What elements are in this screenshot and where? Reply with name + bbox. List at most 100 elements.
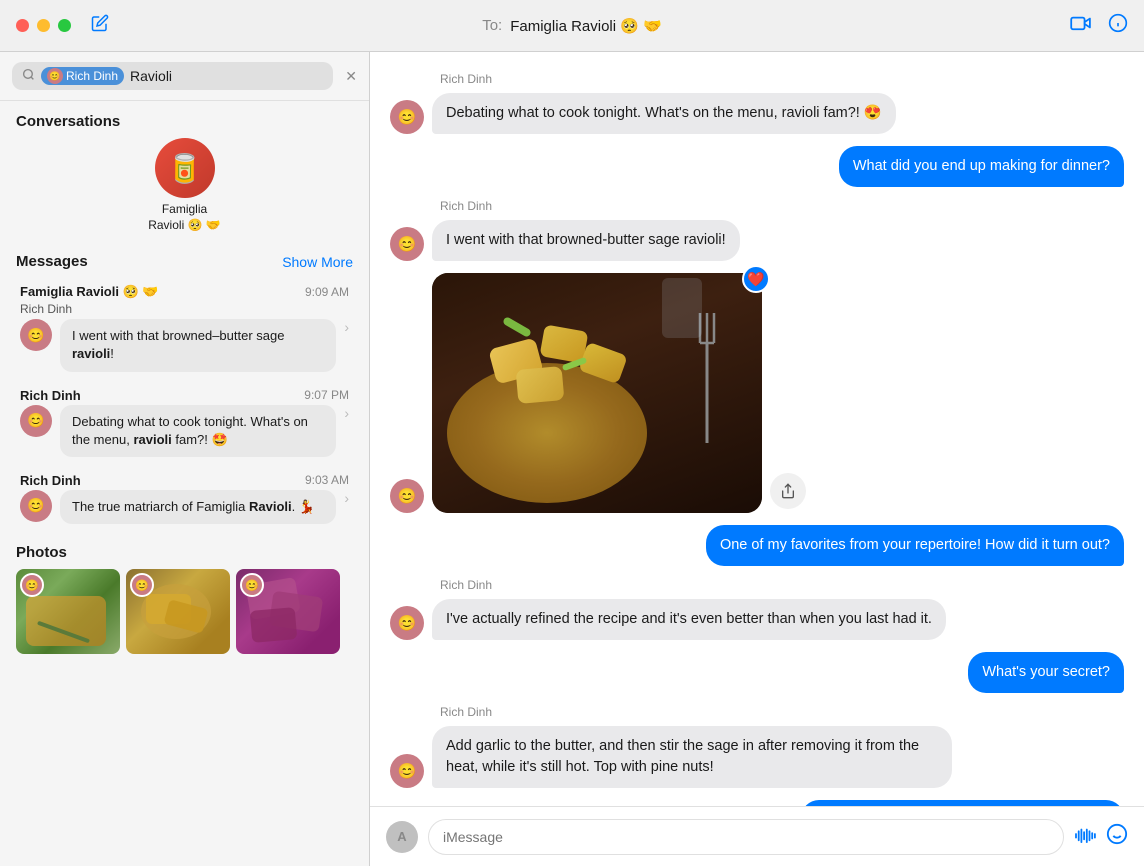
photo-avatar-1: 😊 (20, 573, 44, 597)
messages-section: Messages Show More Famiglia Ravioli 🥺 🤝 … (0, 245, 369, 532)
msg-row-1: 😊 Debating what to cook tonight. What's … (390, 93, 1124, 134)
msg-result-row-2: 😊 Debating what to cook tonight. What's … (20, 405, 349, 457)
msg-sender-name-3: Rich Dinh (440, 199, 1124, 213)
close-button[interactable] (16, 19, 29, 32)
msg-group-8: Rich Dinh 😊 Add garlic to the butter, an… (390, 705, 1124, 788)
conversation-item[interactable]: 🥫 FamigliaRavioli 🥺 🤝 (16, 138, 353, 233)
video-call-button[interactable] (1070, 15, 1092, 36)
msg-group-5: One of my favorites from your repertoire… (390, 525, 1124, 566)
messages-header: Messages Show More (0, 245, 369, 276)
msg-result-name-3: Rich Dinh (20, 473, 81, 488)
msg-result-sender-1: Rich Dinh (20, 302, 349, 316)
msg-result-row-1: 😊 I went with that browned–butter sage r… (20, 319, 349, 371)
conversations-list: 🥫 FamigliaRavioli 🥺 🤝 (0, 138, 369, 245)
chat-area: Rich Dinh 😊 Debating what to cook tonigh… (370, 52, 1144, 866)
input-bar: A (370, 806, 1144, 866)
msg-result-header-3: Rich Dinh 9:03 AM (20, 473, 349, 488)
msg-result-avatar-3: 😊 (20, 490, 52, 522)
emoji-button[interactable] (1106, 823, 1128, 851)
msg-bubble-5: One of my favorites from your repertoire… (706, 525, 1124, 566)
photos-section: Photos 😊 😊 (0, 532, 369, 666)
msg-result-name-2: Rich Dinh (20, 388, 81, 403)
titlebar: To: Famiglia Ravioli 🥺 🤝 (0, 0, 1144, 52)
msg-chevron-3: › (344, 490, 349, 506)
sidebar: 😊 Rich Dinh Ravioli ✕ Conversations 🥫 Fa… (0, 52, 370, 866)
message-input[interactable] (428, 819, 1064, 855)
search-input-wrap[interactable]: 😊 Rich Dinh Ravioli (12, 62, 333, 90)
msg-result-time-1: 9:09 AM (305, 285, 349, 299)
contact-tag: 😊 Rich Dinh (41, 67, 124, 85)
show-more-button[interactable]: Show More (282, 254, 353, 270)
chat-image-wrap: ❤️ (432, 273, 762, 513)
search-clear-button[interactable]: ✕ (345, 68, 357, 85)
conversation-name: FamigliaRavioli 🥺 🤝 (148, 202, 221, 233)
msg-chat-avatar-1: 😊 (390, 100, 424, 134)
msg-result-header-2: Rich Dinh 9:07 PM (20, 388, 349, 403)
msg-chevron-2: › (344, 405, 349, 421)
compose-button[interactable] (91, 14, 109, 37)
to-label: To: (482, 17, 502, 34)
msg-row-5: One of my favorites from your repertoire… (390, 525, 1124, 566)
search-icon (22, 68, 35, 84)
msg-row-7: What's your secret? (390, 652, 1124, 693)
contact-tag-name: Rich Dinh (66, 69, 118, 83)
search-bar: 😊 Rich Dinh Ravioli ✕ (0, 52, 369, 101)
main-layout: 😊 Rich Dinh Ravioli ✕ Conversations 🥫 Fa… (0, 52, 1144, 866)
msg-result-header-1: Famiglia Ravioli 🥺 🤝 9:09 AM (20, 284, 349, 300)
msg-group-3: Rich Dinh 😊 I went with that browned-but… (390, 199, 1124, 261)
msg-chevron-1: › (344, 319, 349, 335)
photos-title: Photos (16, 540, 353, 561)
msg-row-2: What did you end up making for dinner? (390, 146, 1124, 187)
msg-result-time-2: 9:07 PM (304, 388, 349, 402)
msg-group-6: Rich Dinh 😊 I've actually refined the re… (390, 578, 1124, 640)
maximize-button[interactable] (58, 19, 71, 32)
msg-bubble-6: I've actually refined the recipe and it'… (432, 599, 946, 640)
msg-bubble-8: Add garlic to the butter, and then stir … (432, 726, 952, 788)
chat-image-container: 😊 (390, 273, 1124, 513)
photo-thumb-2[interactable]: 😊 (126, 569, 230, 654)
conversations-title: Conversations (0, 101, 369, 138)
reaction-badge: ❤️ (742, 265, 770, 293)
search-text: Ravioli (130, 68, 172, 84)
photo-thumb-3[interactable]: 😊 (236, 569, 340, 654)
minimize-button[interactable] (37, 19, 50, 32)
conversations-section: Conversations 🥫 FamigliaRavioli 🥺 🤝 (0, 101, 369, 245)
message-result-3[interactable]: Rich Dinh 9:03 AM 😊 The true matriarch o… (4, 465, 365, 532)
msg-result-preview-3: The true matriarch of Famiglia Ravioli. … (60, 490, 336, 524)
msg-chat-avatar-8: 😊 (390, 754, 424, 788)
conversation-title: Famiglia Ravioli 🥺 🤝 (510, 17, 662, 35)
photo-avatar-2: 😊 (130, 573, 154, 597)
photos-grid: 😊 😊 (16, 569, 353, 654)
photo-avatar-3: 😊 (240, 573, 264, 597)
titlebar-actions (1070, 13, 1128, 38)
msg-row-3: 😊 I went with that browned-butter sage r… (390, 220, 1124, 261)
message-result-1[interactable]: Famiglia Ravioli 🥺 🤝 9:09 AM Rich Dinh 😊… (4, 276, 365, 379)
audio-waveform-button[interactable] (1074, 825, 1096, 848)
msg-group-7: What's your secret? (390, 652, 1124, 693)
msg-row-8: 😊 Add garlic to the butter, and then sti… (390, 726, 1124, 788)
chat-image-ravioli[interactable] (432, 273, 762, 513)
msg-group-2: What did you end up making for dinner? (390, 146, 1124, 187)
msg-group-4: 😊 (390, 273, 1124, 513)
msg-result-avatar-2: 😊 (20, 405, 52, 437)
msg-sender-name-1: Rich Dinh (440, 72, 1124, 86)
messages-title: Messages (16, 253, 88, 270)
contact-tag-avatar: 😊 (47, 68, 63, 84)
msg-group-1: Rich Dinh 😊 Debating what to cook tonigh… (390, 72, 1124, 134)
share-button[interactable] (770, 473, 806, 509)
titlebar-center: To: Famiglia Ravioli 🥺 🤝 (482, 17, 662, 35)
msg-chat-avatar-6: 😊 (390, 606, 424, 640)
input-avatar: A (386, 821, 418, 853)
message-result-2[interactable]: Rich Dinh 9:07 PM 😊 Debating what to coo… (4, 380, 365, 465)
photo-thumb-1[interactable]: 😊 (16, 569, 120, 654)
msg-sender-name-8: Rich Dinh (440, 705, 1124, 719)
msg-bubble-7: What's your secret? (968, 652, 1124, 693)
msg-result-preview-2: Debating what to cook tonight. What's on… (60, 405, 336, 457)
info-button[interactable] (1108, 13, 1128, 38)
msg-row-6: 😊 I've actually refined the recipe and i… (390, 599, 1124, 640)
msg-chat-avatar-3: 😊 (390, 227, 424, 261)
msg-chat-avatar-4: 😊 (390, 479, 424, 513)
msg-bubble-1: Debating what to cook tonight. What's on… (432, 93, 896, 134)
msg-result-row-3: 😊 The true matriarch of Famiglia Ravioli… (20, 490, 349, 524)
msg-result-avatar-1: 😊 (20, 319, 52, 351)
